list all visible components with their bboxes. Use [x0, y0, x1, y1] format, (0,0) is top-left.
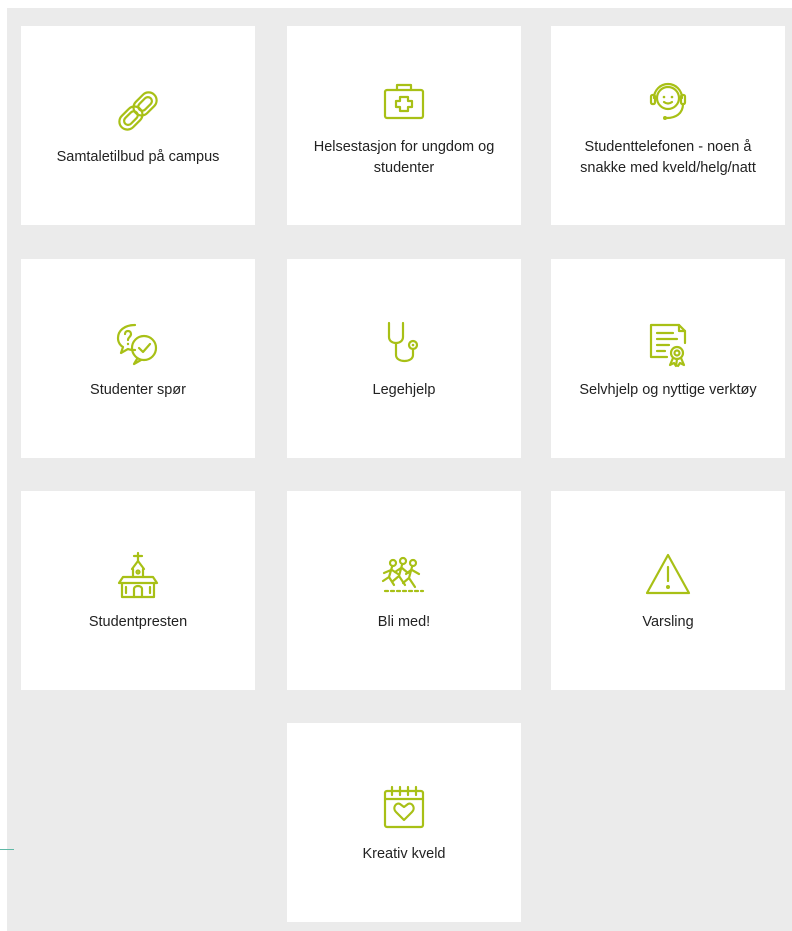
tile-studenter-spor[interactable]: Studenter spør — [21, 259, 255, 458]
tile-helsestasjon[interactable]: Helsestasjon for ungdom og studenter — [287, 26, 521, 225]
calendar-heart-icon — [376, 780, 432, 836]
tile-varsling[interactable]: Varsling — [551, 491, 785, 690]
tile-label: Studentpresten — [88, 614, 188, 630]
chain-link-icon — [110, 83, 166, 139]
church-icon — [110, 548, 166, 604]
headset-person-icon — [640, 73, 696, 129]
edge-divider — [0, 849, 14, 850]
tile-kreativ-kveld[interactable]: Kreativ kveld — [287, 723, 521, 922]
tile-label: Selvhjelp og nyttige verktøy — [579, 382, 757, 398]
first-aid-kit-icon — [376, 73, 432, 129]
warning-triangle-icon — [640, 548, 696, 604]
tile-studentpresten[interactable]: Studentpresten — [21, 491, 255, 690]
tile-label: Kreativ kveld — [362, 846, 446, 862]
tile-legehjelp[interactable]: Legehjelp — [287, 259, 521, 458]
tile-label: Studenttelefonen - noen å snakke med kve… — [580, 138, 756, 176]
tile-selvhjelp[interactable]: Selvhjelp og nyttige verktøy — [551, 259, 785, 458]
question-chat-bubbles-icon — [110, 316, 166, 372]
certificate-icon — [640, 316, 696, 372]
tile-label: Bli med! — [377, 614, 431, 630]
running-group-icon — [376, 548, 432, 604]
tile-studenttelefonen[interactable]: Studenttelefonen - noen å snakke med kve… — [551, 26, 785, 225]
stethoscope-icon — [376, 316, 432, 372]
tile-label: Studenter spør — [90, 382, 186, 398]
tile-label: Samtaletilbud på campus — [56, 149, 220, 165]
tile-label: Varsling — [642, 614, 694, 630]
tile-samtaletilbud[interactable]: Samtaletilbud på campus — [21, 26, 255, 225]
tile-label: Legehjelp — [372, 382, 436, 398]
tile-label: Helsestasjon for ungdom og studenter — [313, 138, 495, 176]
tile-bli-med[interactable]: Bli med! — [287, 491, 521, 690]
